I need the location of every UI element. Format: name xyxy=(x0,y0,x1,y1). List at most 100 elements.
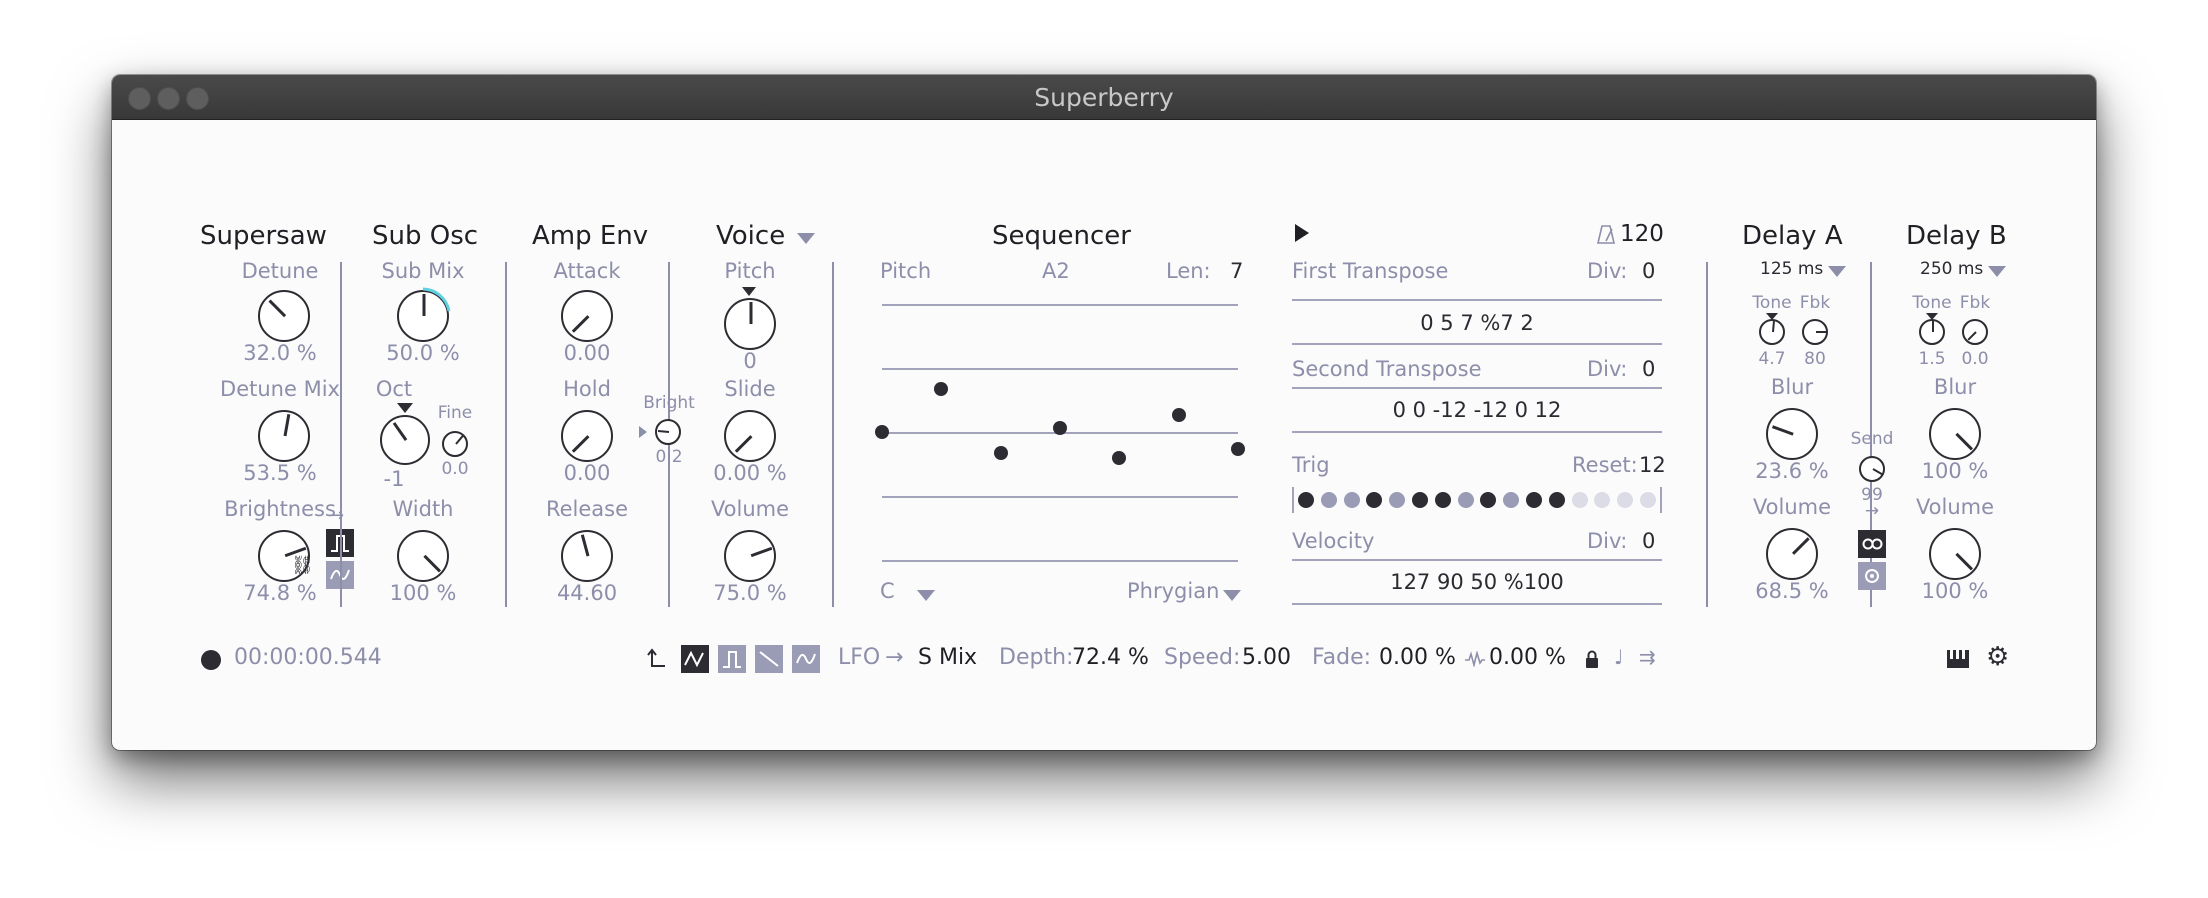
trig-step[interactable] xyxy=(1548,492,1565,508)
trig-step[interactable] xyxy=(1503,492,1520,508)
seq-note-value[interactable]: A2 xyxy=(1042,259,1070,283)
lfo-target[interactable]: S Mix xyxy=(918,645,977,670)
seq-step-point[interactable] xyxy=(934,382,949,397)
record-button[interactable] xyxy=(201,650,221,670)
trig-step[interactable] xyxy=(1389,492,1406,508)
delay-mono-button[interactable] xyxy=(1858,562,1886,590)
fine-knob[interactable] xyxy=(442,431,468,457)
jitter-value[interactable]: 0.00 % xyxy=(1489,645,1566,670)
voice-volume-knob[interactable] xyxy=(724,530,776,582)
lfo-saw-button[interactable] xyxy=(755,645,783,673)
scale-dropdown-icon[interactable] xyxy=(1223,590,1241,601)
trig-step[interactable] xyxy=(1526,492,1542,508)
width-knob[interactable] xyxy=(397,530,449,582)
speed-label: Speed: xyxy=(1164,645,1241,670)
lfo-sine-button[interactable] xyxy=(792,645,820,673)
seq-step-point[interactable] xyxy=(1112,450,1127,465)
fade-value[interactable]: 0.00 % xyxy=(1379,645,1456,670)
seq-step-point[interactable] xyxy=(1231,442,1245,457)
detune-mix-knob[interactable] xyxy=(258,410,310,462)
trig-step[interactable] xyxy=(1412,492,1428,508)
trig-step[interactable] xyxy=(1343,492,1360,508)
play-icon[interactable] xyxy=(1295,224,1309,242)
link-icon[interactable]: ⛓ xyxy=(291,555,314,576)
speed-value[interactable]: 5.00 xyxy=(1242,645,1291,670)
tempo-value[interactable]: 120 xyxy=(1620,221,1664,247)
lfo-triangle-button[interactable] xyxy=(681,645,709,673)
bright-arrow-icon xyxy=(639,426,647,438)
delay-a-fbk-knob[interactable] xyxy=(1802,319,1828,345)
second-div-value[interactable]: 0 xyxy=(1642,357,1655,381)
delay-stereo-button[interactable] xyxy=(1858,530,1886,558)
trig-step[interactable] xyxy=(1366,492,1383,508)
seq-key-value[interactable]: C xyxy=(880,579,895,603)
send-knob[interactable] xyxy=(1859,456,1885,482)
sub-mix-value: 50.0 % xyxy=(386,341,460,365)
seq-step-point[interactable] xyxy=(1171,407,1186,422)
delay-a-volume-knob[interactable] xyxy=(1766,528,1818,580)
slide-label: Slide xyxy=(724,377,776,401)
seq-step-point[interactable] xyxy=(875,425,889,439)
release-value: 44.60 xyxy=(556,581,618,605)
pitch-indicator-icon xyxy=(742,287,756,296)
keyboard-icon[interactable] xyxy=(1945,646,1971,670)
seq-len-value[interactable]: 7 xyxy=(1230,259,1243,283)
trig-step[interactable] xyxy=(1594,492,1611,508)
lock-icon[interactable] xyxy=(1584,649,1600,669)
trig-step[interactable] xyxy=(1617,492,1634,508)
delay-a-blur-knob[interactable] xyxy=(1766,408,1818,460)
trig-step[interactable] xyxy=(1320,492,1337,508)
attack-knob[interactable] xyxy=(561,290,613,342)
first-transpose-label: First Transpose xyxy=(1292,259,1449,283)
delay-b-time[interactable]: 250 ms xyxy=(1920,259,1983,279)
bright-knob[interactable] xyxy=(655,419,681,445)
seq-len-label: Len: xyxy=(1166,259,1211,283)
slide-knob[interactable] xyxy=(724,410,776,462)
trig-step[interactable] xyxy=(1434,492,1451,508)
second-div-label: Div: xyxy=(1587,357,1628,381)
trig-step[interactable] xyxy=(1457,492,1474,508)
metronome-icon[interactable] xyxy=(1597,224,1615,244)
first-div-value[interactable]: 0 xyxy=(1642,259,1655,283)
seq-step-point[interactable] xyxy=(993,446,1008,461)
lfo-square-button[interactable] xyxy=(718,645,746,673)
reset-value[interactable]: 12 xyxy=(1639,453,1666,477)
release-knob[interactable] xyxy=(561,530,613,582)
trig-step[interactable] xyxy=(1298,492,1314,508)
pitch-knob[interactable] xyxy=(724,298,776,350)
hold-knob[interactable] xyxy=(561,410,613,462)
velocity-sequence[interactable]: 127 90 50 %100 xyxy=(1292,570,1662,594)
pitch-label: Pitch xyxy=(724,259,776,283)
fine-label: Fine xyxy=(437,403,473,423)
delay-b-fbk-knob[interactable] xyxy=(1962,319,1988,345)
detune-knob[interactable] xyxy=(258,290,310,342)
detune-mix-value: 53.5 % xyxy=(243,461,317,485)
delay-b-time-dropdown-icon[interactable] xyxy=(1988,266,2006,277)
delay-a-tone-knob[interactable] xyxy=(1759,319,1785,345)
voice-dropdown-icon[interactable] xyxy=(797,233,815,244)
settings-gear-icon[interactable]: ⚙ xyxy=(1986,642,2009,672)
delay-a-time-dropdown-icon[interactable] xyxy=(1828,266,1846,277)
second-transpose-sequence[interactable]: 0 0 -12 -12 0 12 xyxy=(1292,398,1662,422)
trig-step[interactable] xyxy=(1571,492,1588,508)
oct-knob[interactable] xyxy=(380,415,430,465)
first-transpose-sequence[interactable]: 0 5 7 %7 2 xyxy=(1292,311,1662,335)
depth-value[interactable]: 72.4 % xyxy=(1072,645,1149,670)
seq-step-point[interactable] xyxy=(1053,420,1067,435)
delay-b-tone-knob[interactable] xyxy=(1919,319,1945,345)
trig-steps[interactable] xyxy=(1292,487,1662,513)
lfo-retrigger-icon[interactable] xyxy=(647,647,667,669)
trig-step[interactable] xyxy=(1480,492,1497,508)
shuffle-icon[interactable]: ⇉ xyxy=(1639,645,1656,669)
delay-b-blur-knob[interactable] xyxy=(1929,408,1981,460)
seq-scale-value[interactable]: Phrygian xyxy=(1127,579,1219,603)
velocity-div-value[interactable]: 0 xyxy=(1642,529,1655,553)
note-sync-icon[interactable]: ♩ xyxy=(1614,645,1623,669)
delay-a-time[interactable]: 125 ms xyxy=(1760,259,1823,279)
delay-a-fbk-label: Fbk xyxy=(1799,293,1831,313)
seq-pitch-graph[interactable] xyxy=(875,304,1245,560)
key-dropdown-icon[interactable] xyxy=(917,590,935,601)
oct-indicator-icon xyxy=(397,403,413,413)
delay-b-volume-knob[interactable] xyxy=(1929,528,1981,580)
trig-step[interactable] xyxy=(1640,492,1656,508)
